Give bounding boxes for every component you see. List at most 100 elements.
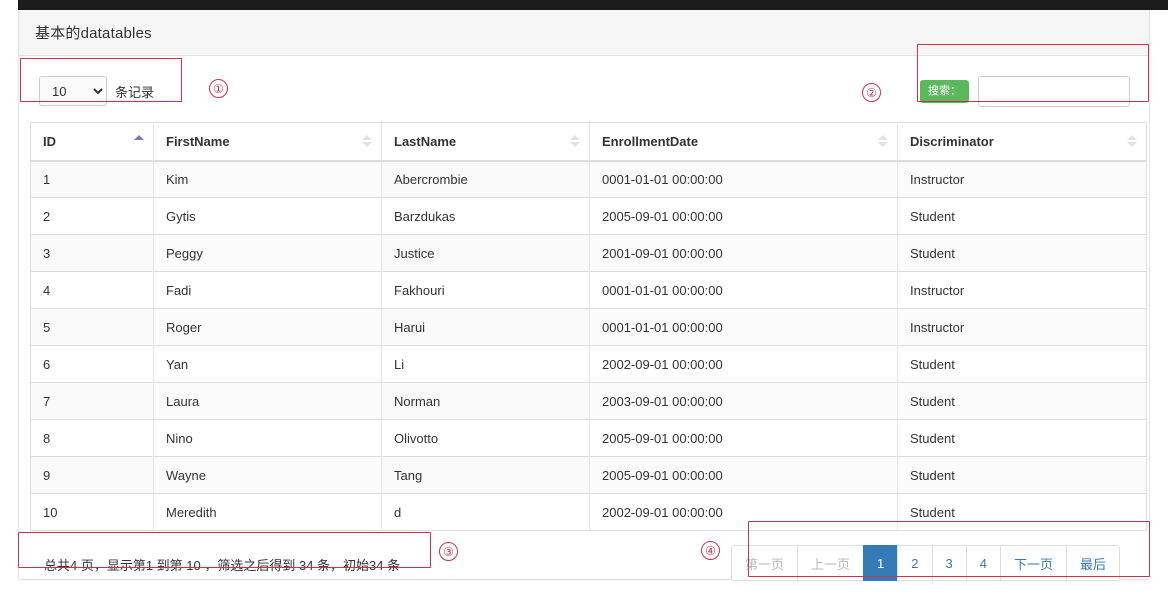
search-control: 搜索： [920,76,1130,107]
page-length-control: 10 条记录 [39,76,154,106]
cell-disc: Student [897,382,1147,420]
cell-first: Nino [153,419,382,457]
cell-first: Wayne [153,456,382,494]
table-row[interactable]: 4 Fadi Fakhouri 0001-01-01 00:00:00 Instruct… [30,271,1147,309]
table-row[interactable]: 6 Yan Li 2002-09-01 00:00:00 Student [30,345,1147,383]
screen-root: 基本的datatables 10 条记录 搜索： ID FirstName La… [0,0,1168,597]
cell-date: 2005-09-01 00:00:00 [589,197,898,235]
cell-disc: Student [897,419,1147,457]
cell-disc: Student [897,345,1147,383]
pagination-button[interactable]: 2 [897,545,932,581]
cell-last: Harui [381,308,590,346]
table-row[interactable]: 2 Gytis Barzdukas 2005-09-01 00:00:00 Studen… [30,197,1147,235]
cell-date: 2001-09-01 00:00:00 [589,234,898,272]
column-header-enrollmentdate[interactable]: EnrollmentDate [589,122,898,162]
cell-last: d [381,493,590,531]
table-header: ID FirstName LastName EnrollmentDate Discrim… [30,122,1147,162]
cell-date: 2002-09-01 00:00:00 [589,493,898,531]
pagination-button[interactable]: 3 [931,545,966,581]
cell-id: 9 [30,456,154,494]
search-label: 搜索： [920,80,969,103]
page-title: 基本的datatables [35,25,152,42]
table-row[interactable]: 7 Laura Norman 2003-09-01 00:00:00 Student [30,382,1147,420]
cell-date: 2002-09-01 00:00:00 [589,345,898,383]
column-header-lastname[interactable]: LastName [381,122,590,162]
cell-last: Barzdukas [381,197,590,235]
cell-id: 1 [30,160,154,198]
column-header-label: Discriminator [910,133,994,149]
cell-date: 2005-09-01 00:00:00 [589,456,898,494]
cell-last: Li [381,345,590,383]
cell-date: 0001-01-01 00:00:00 [589,160,898,198]
pagination-button: 第一页 [731,545,798,581]
cell-first: Laura [153,382,382,420]
cell-disc: Instructor [897,160,1147,198]
cell-first: Peggy [153,234,382,272]
top-bar-left-gap [0,0,18,10]
column-header-label: EnrollmentDate [602,133,699,149]
cell-first: Fadi [153,271,382,309]
cell-id: 2 [30,197,154,235]
pagination-button[interactable]: 4 [965,545,1000,581]
table-row[interactable]: 3 Peggy Justice 2001-09-01 00:00:00 Student [30,234,1147,272]
table-row[interactable]: 8 Nino Olivotto 2005-09-01 00:00:00 Student [30,419,1147,457]
cell-last: Tang [381,456,590,494]
cell-id: 3 [30,234,154,272]
sort-both-icon [878,134,888,148]
pagination-button[interactable]: 1 [863,545,898,581]
cell-first: Meredith [153,493,382,531]
cell-first: Yan [153,345,382,383]
cell-id: 8 [30,419,154,457]
top-bar [0,0,1168,10]
pagination-button[interactable]: 最后 [1065,545,1120,581]
sort-ascending-icon [134,134,144,148]
cell-last: Fakhouri [381,271,590,309]
cell-last: Olivotto [381,419,590,457]
cell-disc: Student [897,456,1147,494]
datatables-panel: 基本的datatables 10 条记录 搜索： ID FirstName La… [18,10,1150,581]
table-row[interactable]: 9 Wayne Tang 2005-09-01 00:00:00 Student [30,456,1147,494]
table-row[interactable]: 1 Kim Abercrombie 0001-01-01 00:00:00 Instru… [30,160,1147,198]
column-header-firstname[interactable]: FirstName [153,122,382,162]
cell-disc: Student [897,197,1147,235]
panel-body: 10 条记录 搜索： ID FirstName LastName Enrollm… [19,56,1149,595]
column-header-discriminator[interactable]: Discriminator [897,122,1147,162]
cell-date: 0001-01-01 00:00:00 [589,271,898,309]
cell-first: Kim [153,160,382,198]
datatable-toolbar: 10 条记录 搜索： [22,64,1146,122]
table-row[interactable]: 10 Meredith d 2002-09-01 00:00:00 Student [30,493,1147,531]
cell-disc: Student [897,493,1147,531]
data-table: ID FirstName LastName EnrollmentDate Discrim… [30,122,1147,531]
table-info-text: 总共4 页，显示第1 到第 10 ，筛选之后得到 34 条，初始34 条 [44,558,401,573]
cell-first: Gytis [153,197,382,235]
column-header-label: ID [43,133,56,149]
column-header-label: LastName [394,133,457,149]
datatable-footer: 总共4 页，显示第1 到第 10 ，筛选之后得到 34 条，初始34 条 第一页… [22,533,1146,595]
column-header-label: FirstName [166,133,230,149]
pagination: 第一页 上一页 1 2 3 4 下一页 最后 [731,545,1120,581]
pagination-button[interactable]: 下一页 [999,545,1066,581]
column-header-id[interactable]: ID [30,122,154,162]
cell-first: Roger [153,308,382,346]
cell-id: 10 [30,493,154,531]
table-row[interactable]: 5 Roger Harui 0001-01-01 00:00:00 Instructor [30,308,1147,346]
table-body: 1 Kim Abercrombie 0001-01-01 00:00:00 Instru… [30,160,1147,531]
cell-date: 2005-09-01 00:00:00 [589,419,898,457]
cell-id: 6 [30,345,154,383]
cell-last: Abercrombie [381,160,590,198]
cell-last: Justice [381,234,590,272]
cell-date: 0001-01-01 00:00:00 [589,308,898,346]
cell-id: 5 [30,308,154,346]
panel-heading: 基本的datatables [19,10,1149,56]
page-length-label: 条记录 [115,84,155,100]
cell-disc: Student [897,234,1147,272]
cell-id: 4 [30,271,154,309]
search-input[interactable] [978,76,1130,107]
cell-last: Norman [381,382,590,420]
cell-date: 2003-09-01 00:00:00 [589,382,898,420]
sort-both-icon [362,134,372,148]
cell-id: 7 [30,382,154,420]
cell-disc: Instructor [897,308,1147,346]
page-length-select[interactable]: 10 [39,76,107,106]
sort-both-icon [1127,134,1137,148]
